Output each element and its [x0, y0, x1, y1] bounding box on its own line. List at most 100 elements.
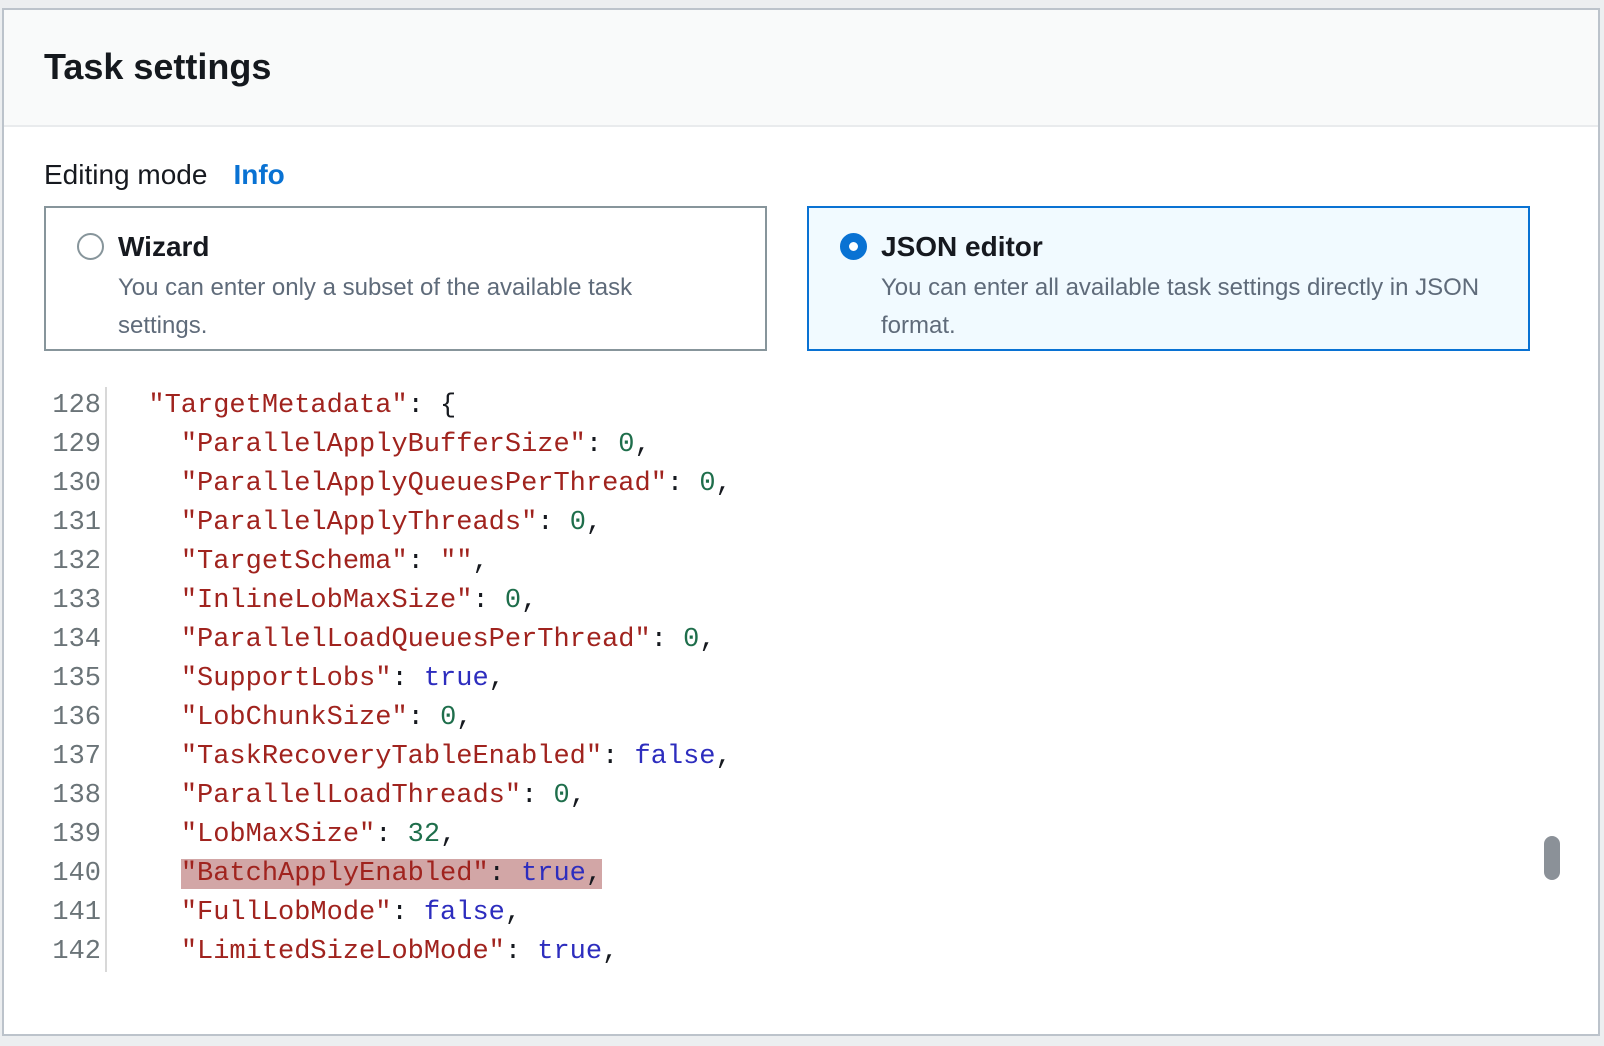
token-key: "ParallelApplyQueuesPerThread" — [181, 469, 667, 499]
line-content: "TaskRecoveryTableEnabled": false, — [107, 738, 732, 777]
token-punct: : — [391, 898, 423, 928]
line-text: "LobMaxSize": 32, — [181, 820, 456, 850]
code-line[interactable]: 138 "ParallelLoadThreads": 0, — [44, 777, 1558, 816]
line-text: "FullLobMode": false, — [181, 898, 521, 928]
line-content: "LobMaxSize": 32, — [107, 816, 456, 855]
line-content: "ParallelApplyBufferSize": 0, — [107, 426, 651, 465]
scrollbar-thumb[interactable] — [1544, 836, 1560, 880]
line-text: "ParallelLoadQueuesPerThread": 0, — [181, 625, 716, 655]
line-text: "LimitedSizeLobMode": true, — [181, 937, 618, 967]
line-number: 131 — [44, 504, 107, 543]
token-str: "" — [440, 547, 472, 577]
line-indent — [116, 508, 181, 538]
line-content: "BatchApplyEnabled": true, — [107, 855, 602, 894]
line-number: 129 — [44, 426, 107, 465]
token-punct: : — [651, 625, 683, 655]
line-indent — [116, 547, 181, 577]
token-punct: : — [602, 742, 634, 772]
code-editor-lines: 128 "TargetMetadata": { 129 "ParallelApp… — [44, 387, 1558, 972]
code-line[interactable]: 128 "TargetMetadata": { — [44, 387, 1558, 426]
editing-mode-row: Editing mode Info — [44, 157, 1558, 193]
code-line[interactable]: 136 "LobChunkSize": 0, — [44, 699, 1558, 738]
line-content: "LobChunkSize": 0, — [107, 699, 472, 738]
token-num: 0 — [440, 703, 456, 733]
token-punct: , — [472, 547, 488, 577]
token-bool: true — [537, 937, 602, 967]
line-number: 139 — [44, 816, 107, 855]
token-punct: : — [408, 703, 440, 733]
editing-mode-options: Wizard You can enter only a subset of th… — [44, 206, 1558, 351]
token-key: "TargetMetadata" — [148, 391, 407, 421]
line-content: "LimitedSizeLobMode": true, — [107, 933, 618, 972]
token-punct: : — [489, 859, 521, 889]
token-punct: , — [635, 430, 651, 460]
token-num: 0 — [683, 625, 699, 655]
info-link[interactable]: Info — [233, 159, 284, 190]
token-punct: , — [489, 664, 505, 694]
line-indent — [116, 430, 181, 460]
line-text: "TargetSchema": "", — [181, 547, 489, 577]
json-editor-option-card[interactable]: JSON editor You can enter all available … — [807, 206, 1530, 351]
line-text: "InlineLobMaxSize": 0, — [181, 586, 537, 616]
json-editor-radio-icon[interactable] — [840, 233, 867, 260]
token-punct: , — [699, 625, 715, 655]
line-text: "ParallelApplyBufferSize": 0, — [181, 430, 651, 460]
line-number: 136 — [44, 699, 107, 738]
code-line[interactable]: 142 "LimitedSizeLobMode": true, — [44, 933, 1558, 972]
code-line[interactable]: 135 "SupportLobs": true, — [44, 660, 1558, 699]
line-content: "SupportLobs": true, — [107, 660, 505, 699]
token-punct: , — [456, 703, 472, 733]
token-key: "ParallelLoadThreads" — [181, 781, 521, 811]
line-indent — [116, 742, 181, 772]
wizard-option-card[interactable]: Wizard You can enter only a subset of th… — [44, 206, 767, 351]
token-bool: false — [424, 898, 505, 928]
line-indent — [116, 937, 181, 967]
code-line[interactable]: 131 "ParallelApplyThreads": 0, — [44, 504, 1558, 543]
wizard-option-description: You can enter only a subset of the avail… — [118, 269, 726, 345]
code-line[interactable]: 139 "LobMaxSize": 32, — [44, 816, 1558, 855]
line-indent — [116, 469, 181, 499]
line-content: "ParallelLoadThreads": 0, — [107, 777, 586, 816]
token-key: "TargetSchema" — [181, 547, 408, 577]
wizard-option-text: Wizard You can enter only a subset of th… — [118, 230, 726, 349]
line-indent — [116, 391, 148, 421]
line-content: "InlineLobMaxSize": 0, — [107, 582, 537, 621]
token-punct: : — [391, 664, 423, 694]
token-num: 0 — [699, 469, 715, 499]
line-content: "TargetMetadata": { — [107, 387, 456, 426]
token-key: "LimitedSizeLobMode" — [181, 937, 505, 967]
token-punct: , — [521, 586, 537, 616]
token-bool: false — [635, 742, 716, 772]
token-punct: , — [440, 820, 456, 850]
line-indent — [116, 781, 181, 811]
line-number: 132 — [44, 543, 107, 582]
token-punct: , — [505, 898, 521, 928]
token-key: "LobMaxSize" — [181, 820, 375, 850]
code-line[interactable]: 134 "ParallelLoadQueuesPerThread": 0, — [44, 621, 1558, 660]
panel-header: Task settings — [4, 10, 1598, 127]
line-number: 137 — [44, 738, 107, 777]
code-line[interactable]: 140 "BatchApplyEnabled": true, — [44, 855, 1558, 894]
code-line[interactable]: 141 "FullLobMode": false, — [44, 894, 1558, 933]
editing-mode-label: Editing mode — [44, 159, 207, 190]
code-line[interactable]: 129 "ParallelApplyBufferSize": 0, — [44, 426, 1558, 465]
code-line[interactable]: 132 "TargetSchema": "", — [44, 543, 1558, 582]
code-line[interactable]: 133 "InlineLobMaxSize": 0, — [44, 582, 1558, 621]
wizard-radio-icon[interactable] — [77, 233, 104, 260]
token-key: "ParallelApplyBufferSize" — [181, 430, 586, 460]
token-punct: : — [667, 469, 699, 499]
token-num: 32 — [408, 820, 440, 850]
token-punct: , — [716, 469, 732, 499]
token-punct: : { — [408, 391, 457, 421]
line-indent — [116, 703, 181, 733]
code-line[interactable]: 137 "TaskRecoveryTableEnabled": false, — [44, 738, 1558, 777]
token-punct: : — [408, 547, 440, 577]
json-code-editor[interactable]: 128 "TargetMetadata": { 129 "ParallelApp… — [44, 387, 1558, 972]
token-key: "InlineLobMaxSize" — [181, 586, 473, 616]
json-editor-option-description: You can enter all available task setting… — [881, 269, 1489, 345]
json-editor-option-title: JSON editor — [881, 230, 1489, 264]
line-indent — [116, 859, 181, 889]
token-key: "FullLobMode" — [181, 898, 392, 928]
token-num: 0 — [553, 781, 569, 811]
code-line[interactable]: 130 "ParallelApplyQueuesPerThread": 0, — [44, 465, 1558, 504]
